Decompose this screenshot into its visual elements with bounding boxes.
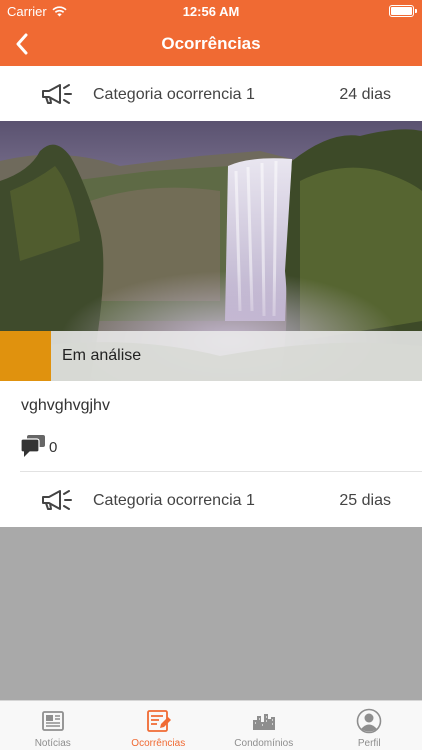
tab-ocorrencias[interactable]: Ocorrências bbox=[106, 701, 212, 750]
comments-icon bbox=[20, 435, 45, 457]
tab-label: Condomínios bbox=[234, 738, 294, 749]
tab-perfil[interactable]: Perfil bbox=[317, 701, 422, 750]
megaphone-icon bbox=[42, 84, 72, 104]
card-header[interactable]: Categoria ocorrencia 1 25 dias bbox=[0, 472, 422, 527]
page-title: Ocorrências bbox=[161, 34, 261, 53]
navigation-bar: Ocorrências bbox=[0, 22, 422, 66]
category-label: Categoria ocorrencia 1 bbox=[93, 492, 255, 509]
days-elapsed: 25 dias bbox=[339, 492, 391, 509]
status-bar: Carrier 12:56 AM bbox=[0, 0, 422, 22]
tab-bar: Notícias Ocorrências Condomínios Perfil bbox=[0, 700, 422, 750]
occurrence-photo[interactable]: Em análise bbox=[0, 121, 422, 381]
clock: 12:56 AM bbox=[182, 4, 240, 19]
tab-noticias[interactable]: Notícias bbox=[0, 701, 106, 750]
status-label: Em análise bbox=[62, 347, 142, 364]
days-elapsed: 24 dias bbox=[339, 86, 391, 103]
buildings-icon bbox=[252, 714, 275, 730]
status-banner: Em análise bbox=[0, 331, 422, 381]
report-edit-icon bbox=[147, 710, 172, 732]
occurrence-description: vghvghvgjhv bbox=[21, 397, 110, 414]
profile-icon bbox=[356, 708, 382, 734]
card-header: Categoria ocorrencia 1 24 dias bbox=[0, 66, 422, 121]
battery-icon bbox=[389, 5, 417, 17]
status-accent bbox=[0, 331, 51, 381]
occurrence-feed[interactable]: Categoria ocorrencia 1 24 dias Em anális… bbox=[0, 66, 422, 700]
comment-count: 0 bbox=[49, 439, 58, 456]
tab-label: Notícias bbox=[34, 738, 71, 749]
tab-label: Perfil bbox=[357, 738, 381, 749]
category-label: Categoria ocorrencia 1 bbox=[93, 86, 255, 103]
tab-condominios[interactable]: Condomínios bbox=[211, 701, 317, 750]
newspaper-icon bbox=[41, 711, 64, 731]
megaphone-icon bbox=[42, 490, 72, 510]
comments-row[interactable]: 0 bbox=[0, 429, 422, 471]
occurrence-card[interactable]: Categoria ocorrencia 1 24 dias Em anális… bbox=[0, 66, 422, 527]
tab-label: Ocorrências bbox=[131, 738, 186, 749]
